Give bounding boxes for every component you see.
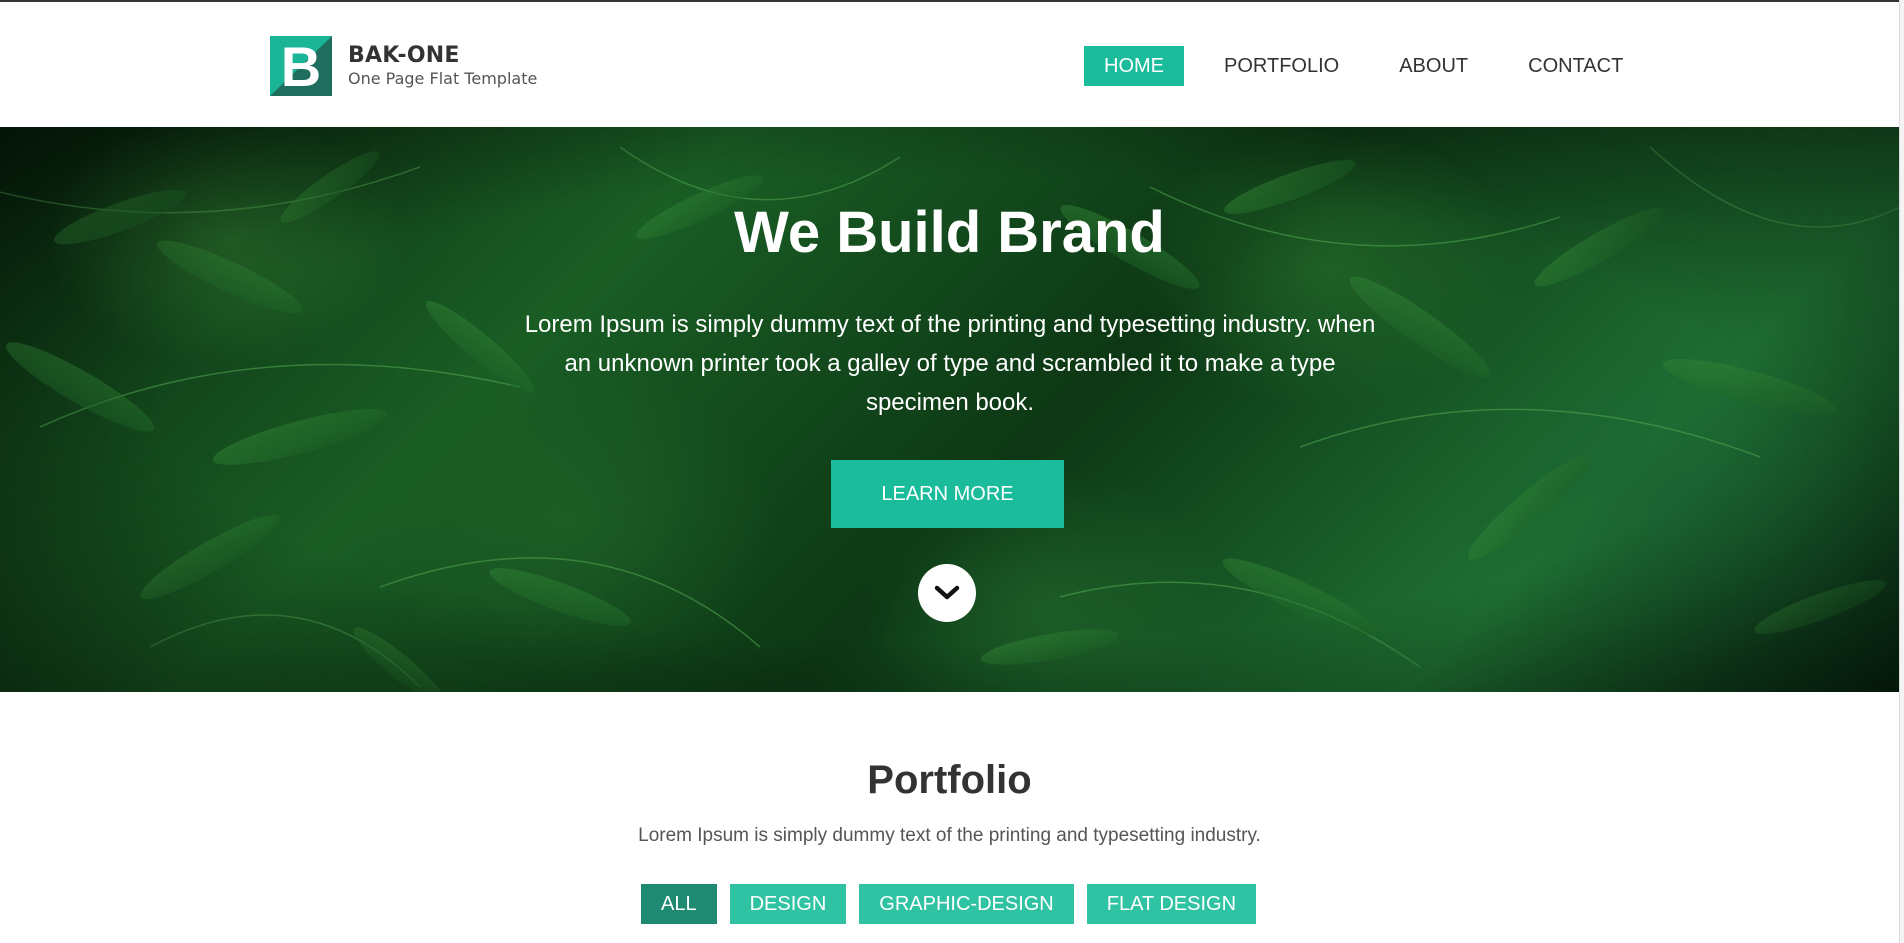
filter-design[interactable]: DESIGN [729,884,847,924]
portfolio-title: Portfolio [867,758,1032,802]
hero-title: We Build Brand [0,197,1899,269]
nav-home[interactable]: HOME [1084,46,1184,86]
site-header: B BAK-ONE One Page Flat Template HOME PO… [0,2,1899,127]
hero-description: Lorem Ipsum is simply dummy text of the … [524,311,1376,416]
hero-title-light: We Build [734,200,998,265]
brand-tagline: One Page Flat Template [348,69,538,88]
main-nav: HOME PORTFOLIO ABOUT CONTACT [1084,46,1663,86]
logo-text: BAK-ONE One Page Flat Template [348,43,537,89]
hero-section: We Build Brand Lorem Ipsum is simply dum… [0,127,1899,692]
portfolio-subtitle: Lorem Ipsum is simply dummy text of the … [638,825,1261,846]
logo-letter: B [280,36,322,96]
scroll-down-button[interactable] [918,564,976,622]
chevron-down-icon [934,585,960,600]
nav-about[interactable]: ABOUT [1379,46,1488,86]
logo[interactable]: B BAK-ONE One Page Flat Template [270,36,537,96]
page: B BAK-ONE One Page Flat Template HOME PO… [0,0,1899,943]
filter-flat-design[interactable]: FLAT DESIGN [1086,884,1257,924]
nav-portfolio[interactable]: PORTFOLIO [1204,46,1359,86]
page-scrollbar[interactable] [1899,0,1904,943]
nav-contact[interactable]: CONTACT [1508,46,1643,86]
window-top-border [0,0,1904,2]
portfolio-filters: ALL DESIGN GRAPHIC-DESIGN FLAT DESIGN [641,884,1269,924]
learn-more-button[interactable]: LEARN MORE [831,460,1064,528]
logo-mark-icon: B [270,36,332,96]
filter-graphic-design[interactable]: GRAPHIC-DESIGN [859,884,1074,924]
filter-all[interactable]: ALL [641,884,717,924]
brand-name: BAK-ONE [348,43,460,68]
hero-title-bold: Brand [997,200,1165,265]
